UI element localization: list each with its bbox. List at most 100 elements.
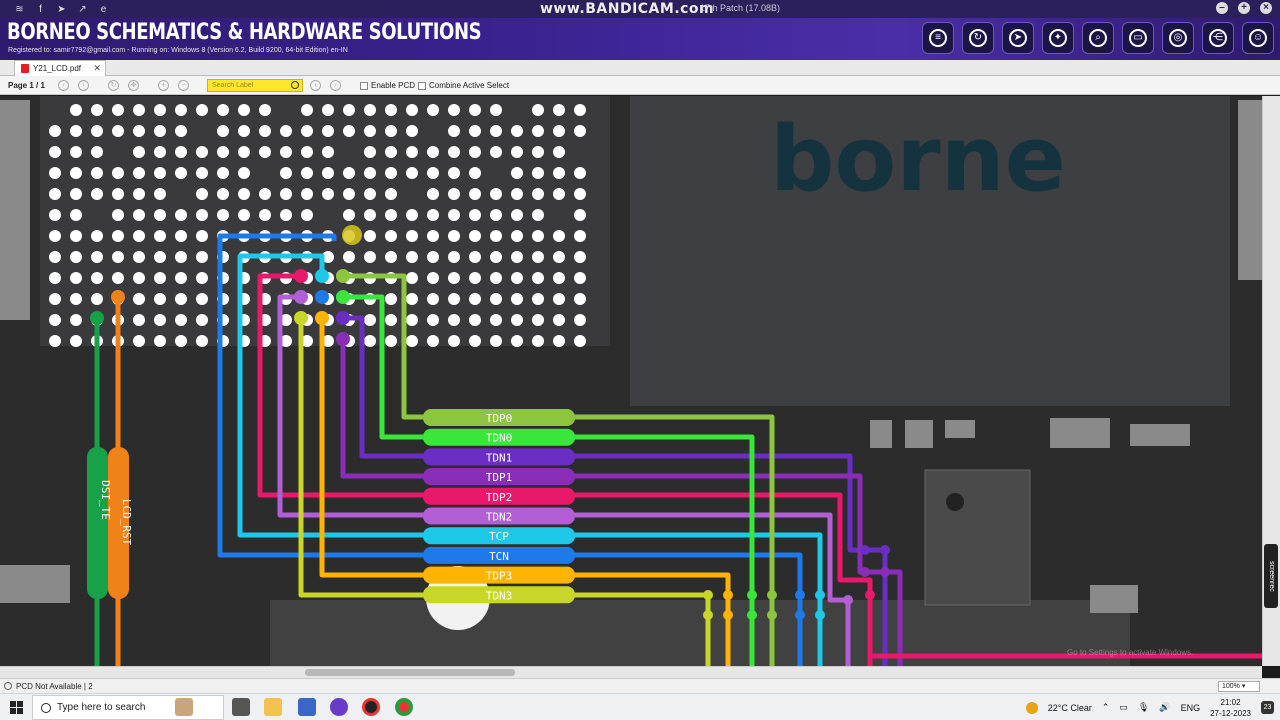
bga-ball <box>490 293 502 305</box>
scan-button[interactable]: ◎ <box>1162 22 1194 54</box>
share-nodes-button[interactable]: ⋲ <box>1202 22 1234 54</box>
weather-icon[interactable] <box>1025 701 1038 714</box>
network-icon[interactable]: ▭ <box>1119 702 1128 713</box>
vertical-scrollbar[interactable]: screenrec <box>1262 96 1280 666</box>
windows-start-icon[interactable] <box>10 701 23 714</box>
pin-tdp0[interactable] <box>336 269 350 283</box>
back-icon[interactable]: ‹ <box>310 80 321 91</box>
facebook-icon[interactable]: f <box>35 4 46 15</box>
notification-icon[interactable]: 23 <box>1261 701 1274 714</box>
search-zoom-button[interactable]: ⌕ <box>1082 22 1114 54</box>
pin-bottom-tdn0 <box>747 590 757 600</box>
pin-tdn0[interactable] <box>336 290 350 304</box>
bga-ball <box>196 209 208 221</box>
user-icon: ☺ <box>1249 29 1267 47</box>
bga-ball <box>112 209 124 221</box>
maximize-button[interactable]: + <box>1238 2 1250 14</box>
signal-label-tdn3: TDN3 <box>486 589 513 602</box>
bga-ball <box>217 146 229 158</box>
label-search[interactable] <box>207 79 303 92</box>
chrome-icon[interactable] <box>395 698 413 716</box>
board-canvas[interactable]: borne TDP0 TDN0 TDN1 TDP1 TDP2 TDN2 TCP … <box>0 96 1262 666</box>
close-button[interactable]: × <box>1260 2 1272 14</box>
brand-title: BORNEO SCHEMATICS & HARDWARE SOLUTIONS <box>7 20 482 45</box>
pin-tdn1[interactable] <box>336 311 350 325</box>
bga-ball <box>343 104 355 116</box>
refresh-button[interactable]: ↻ <box>962 22 994 54</box>
pin-lcd-rst[interactable] <box>111 290 125 304</box>
taskbar-search[interactable] <box>32 695 224 720</box>
bga-ball <box>238 146 250 158</box>
clock[interactable]: 21:02 27-12-2023 <box>1210 697 1251 719</box>
edge-icon[interactable]: e <box>98 4 109 15</box>
magic-wand-button[interactable]: ✦ <box>1042 22 1074 54</box>
task-view-icon[interactable] <box>232 698 250 716</box>
pin-tcn[interactable] <box>315 290 329 304</box>
bandicam-icon[interactable] <box>362 698 380 716</box>
book-icon: ≡ <box>929 29 947 47</box>
combine-active-box[interactable] <box>418 81 426 90</box>
bga-ball <box>448 125 460 137</box>
zoom-out-icon[interactable]: − <box>178 80 189 91</box>
bga-ball <box>70 335 82 347</box>
user-button[interactable]: ☺ <box>1242 22 1274 54</box>
microphone-icon[interactable]: 🎙 <box>1138 702 1149 713</box>
enable-pcd-box[interactable] <box>360 81 368 90</box>
bga-ball <box>553 272 565 284</box>
borneo-app-icon[interactable] <box>330 698 348 716</box>
bga-ball <box>553 335 565 347</box>
bga-ball <box>112 125 124 137</box>
pin-tdp2[interactable] <box>294 269 308 283</box>
pointer-button[interactable]: ➤ <box>1002 22 1034 54</box>
next-arrow-icon[interactable]: › <box>78 80 89 91</box>
horizontal-scrollbar[interactable] <box>0 666 1262 678</box>
telegram-icon[interactable]: ➤ <box>56 4 67 15</box>
minimize-button[interactable]: – <box>1216 2 1228 14</box>
bga-ball <box>448 251 460 263</box>
bga-ball <box>322 167 334 179</box>
rotate-icon[interactable]: ↻ <box>108 80 119 91</box>
bga-ball <box>385 188 397 200</box>
pin-tdp3[interactable] <box>315 311 329 325</box>
bga-ball <box>448 293 460 305</box>
bga-ball <box>469 314 481 326</box>
search-icon[interactable] <box>291 81 299 89</box>
volume-icon[interactable]: 🔊 <box>1159 702 1170 713</box>
tray-chevron-icon[interactable]: ⌃ <box>1102 702 1110 713</box>
zoom-in-icon[interactable]: + <box>158 80 169 91</box>
move-icon[interactable]: ✥ <box>128 80 139 91</box>
forward-icon[interactable]: › <box>330 80 341 91</box>
dsi-te-pill[interactable] <box>87 447 108 599</box>
pin-tdp1[interactable] <box>336 332 350 346</box>
bga-ball <box>133 209 145 221</box>
tab-close-icon[interactable]: ✕ <box>93 63 101 74</box>
pin-tdn2[interactable] <box>294 290 308 304</box>
tab-file[interactable]: Y21_LCD.pdf ✕ <box>14 60 106 76</box>
pinned-app-icon[interactable] <box>298 698 316 716</box>
prev-arrow-icon[interactable]: ‹ <box>58 80 69 91</box>
pin-dsi-te[interactable] <box>90 311 104 325</box>
pin-tdn3[interactable] <box>294 311 308 325</box>
folder-button[interactable]: ▭ <box>1122 22 1154 54</box>
status-bar: PCD Not Available | 2 100% ▾ <box>0 678 1280 693</box>
weather-text[interactable]: 22°C Clear <box>1048 703 1092 713</box>
combine-active-checkbox[interactable]: Combine Active Select <box>418 81 509 90</box>
enable-pcd-checkbox[interactable]: Enable PCD <box>360 81 415 90</box>
bga-ball <box>154 272 166 284</box>
label-search-input[interactable] <box>212 82 288 89</box>
share-icon[interactable]: ↗ <box>77 4 88 15</box>
bga-ball <box>532 251 544 263</box>
file-explorer-icon[interactable] <box>264 698 282 716</box>
language-indicator[interactable]: ENG <box>1181 703 1201 713</box>
bga-ball <box>154 125 166 137</box>
bga-ball <box>238 209 250 221</box>
bga-ball <box>154 251 166 263</box>
taskbar-search-input[interactable] <box>57 702 167 713</box>
zoom-select[interactable]: 100% ▾ <box>1218 681 1260 692</box>
pin-tcp[interactable] <box>315 269 329 283</box>
bga-ball <box>385 293 397 305</box>
horizontal-scroll-thumb[interactable] <box>305 669 515 676</box>
signal-label-tdn0: TDN0 <box>486 432 513 445</box>
app-icon[interactable]: ≋ <box>14 4 25 15</box>
book-button[interactable]: ≡ <box>922 22 954 54</box>
